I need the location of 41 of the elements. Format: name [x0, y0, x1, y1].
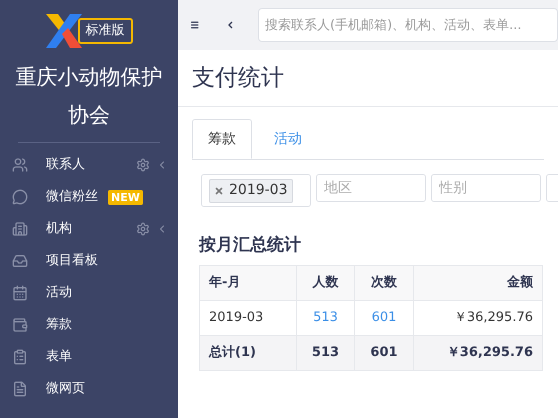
menu-label: 表单 [46, 348, 72, 366]
menu-label: 微信粉丝 [46, 188, 98, 206]
organization-name: 重庆小动物保护协会 [14, 64, 164, 129]
new-badge: NEW [108, 190, 143, 204]
sidebar-item[interactable]: 联系人 [0, 149, 178, 181]
tab[interactable]: 筹款 [192, 119, 252, 159]
total-cell: ￥36,295.76 [414, 335, 542, 370]
column-header: 年-月 [200, 265, 296, 300]
section-title: 按月汇总统计 [198, 234, 302, 257]
sidebar-item[interactable]: 表单 [0, 341, 178, 373]
remove-icon[interactable] [214, 186, 224, 196]
sidebar-item[interactable]: 微网页 [0, 373, 178, 405]
filter-field[interactable]: 性别 [431, 174, 541, 202]
settings-icon[interactable] [136, 158, 150, 172]
column-header: 人数 [296, 265, 354, 300]
table-cell: 2019-03 [200, 300, 296, 335]
total-cell: 601 [354, 335, 414, 370]
menu-label: 微网页 [46, 380, 85, 398]
total-cell: 总计(1) [200, 335, 296, 370]
edition-badge: 标准版 [78, 18, 132, 44]
search-field[interactable]: 搜索联系人(手机邮箱)、机构、活动、表单... [258, 8, 558, 42]
sidebar-item[interactable]: 微信粉丝 NEW [0, 181, 178, 213]
menu-label: 活动 [46, 284, 72, 302]
menu-label: 机构 [46, 220, 72, 238]
tag-field[interactable]: 2019-03 [201, 174, 311, 207]
sidebar-item[interactable]: 活动 [0, 277, 178, 309]
filter-field[interactable]: 地区 [316, 174, 426, 202]
total-cell: 513 [296, 335, 354, 370]
settings-icon[interactable] [136, 222, 150, 236]
page-title: 支付统计 [192, 64, 285, 92]
menu-label: 项目看板 [46, 252, 98, 270]
sidebar-item[interactable]: 机构 [0, 213, 178, 245]
sidebar-item[interactable]: 筹款 [0, 309, 178, 341]
menu-label: 筹款 [46, 316, 72, 334]
logo-icon [46, 14, 82, 48]
menu-label: 联系人 [46, 156, 85, 174]
sidebar-item[interactable]: 项目看板 [0, 245, 178, 277]
filter-tag: 2019-03 [209, 178, 292, 202]
column-header: 次数 [354, 265, 414, 300]
table-cell: ￥36,295.76 [414, 300, 542, 335]
column-header: 金额 [414, 265, 542, 300]
